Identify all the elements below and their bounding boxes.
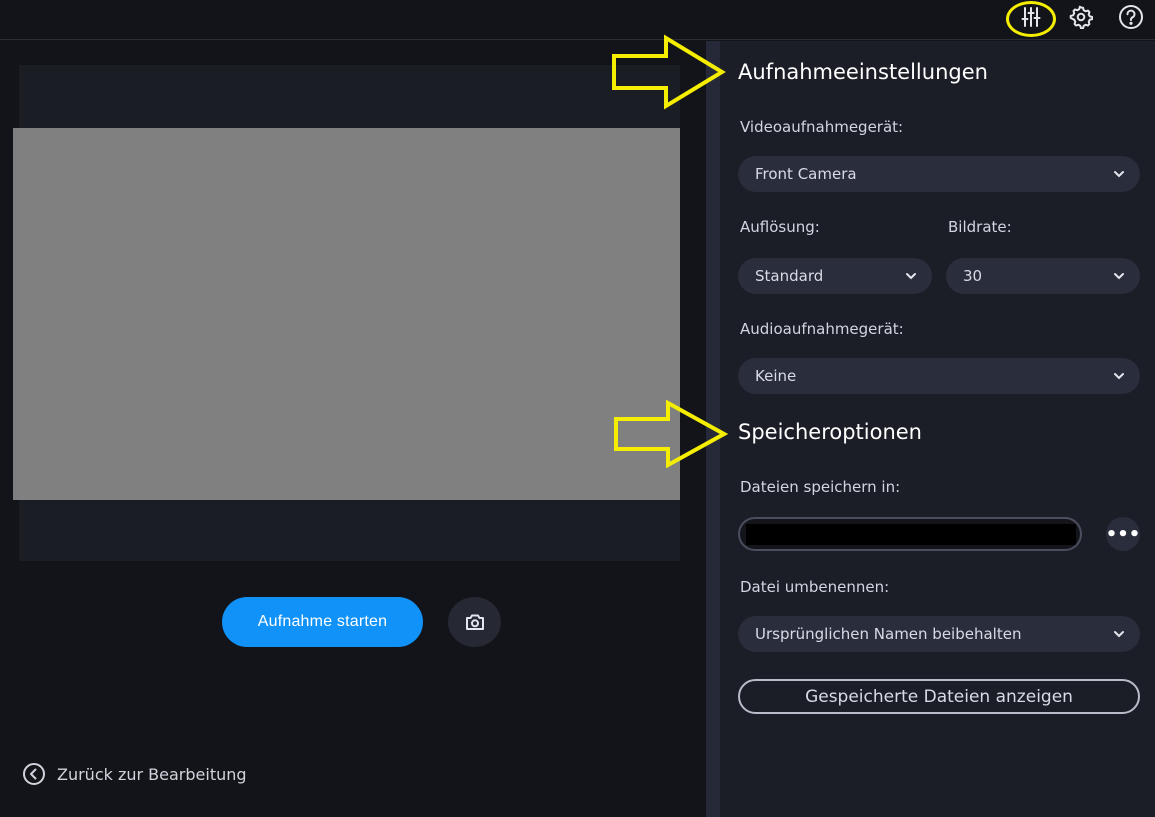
snapshot-button[interactable] — [448, 597, 501, 647]
rename-label: Datei umbenennen: — [740, 578, 890, 596]
resolution-value: Standard — [755, 267, 824, 285]
start-recording-button[interactable]: Aufnahme starten — [222, 597, 423, 647]
back-link-label: Zurück zur Bearbeitung — [57, 764, 247, 784]
redacted-path — [746, 524, 1076, 545]
browse-button[interactable]: ••• — [1106, 517, 1140, 551]
recording-settings-heading: Aufnahmeeinstellungen — [738, 60, 988, 84]
framerate-value: 30 — [963, 267, 983, 285]
preview-pane: Aufnahme starten Zurück zur Bearbeitung — [0, 41, 706, 817]
camera-icon — [465, 614, 484, 630]
rename-select[interactable]: Ursprünglichen Namen beibehalten — [738, 616, 1140, 652]
chevron-down-icon — [1114, 631, 1124, 638]
show-saved-files-button[interactable]: Gespeicherte Dateien anzeigen — [738, 679, 1140, 714]
pane-splitter[interactable] — [706, 41, 720, 817]
resolution-select[interactable]: Standard — [738, 258, 932, 294]
gear-icon[interactable] — [1064, 0, 1098, 34]
chevron-down-icon — [906, 273, 916, 280]
video-device-select[interactable]: Front Camera — [738, 156, 1140, 192]
chevron-down-icon — [1114, 273, 1124, 280]
back-to-editing-link[interactable]: Zurück zur Bearbeitung — [22, 762, 247, 786]
resolution-label: Auflösung: — [740, 218, 820, 236]
settings-panel: Aufnahmeeinstellungen Videoaufnahmegerät… — [720, 41, 1155, 817]
save-in-label: Dateien speichern in: — [740, 478, 901, 496]
rename-value: Ursprünglichen Namen beibehalten — [755, 625, 1022, 643]
audio-device-value: Keine — [755, 367, 797, 385]
save-path-field[interactable] — [738, 517, 1082, 551]
audio-device-select[interactable]: Keine — [738, 358, 1140, 394]
preview-image — [13, 128, 680, 500]
chevron-left-circle-icon — [23, 763, 45, 785]
chevron-down-icon — [1114, 171, 1124, 178]
top-toolbar — [0, 0, 1155, 40]
framerate-select[interactable]: 30 — [946, 258, 1140, 294]
video-device-value: Front Camera — [755, 165, 857, 183]
sliders-icon[interactable] — [1014, 0, 1048, 34]
save-options-heading: Speicheroptionen — [738, 420, 922, 444]
framerate-label: Bildrate: — [948, 218, 1012, 236]
chevron-down-icon — [1114, 373, 1124, 380]
help-icon[interactable] — [1114, 0, 1148, 34]
video-device-label: Videoaufnahmegerät: — [740, 118, 904, 136]
audio-device-label: Audioaufnahmegerät: — [740, 320, 904, 338]
